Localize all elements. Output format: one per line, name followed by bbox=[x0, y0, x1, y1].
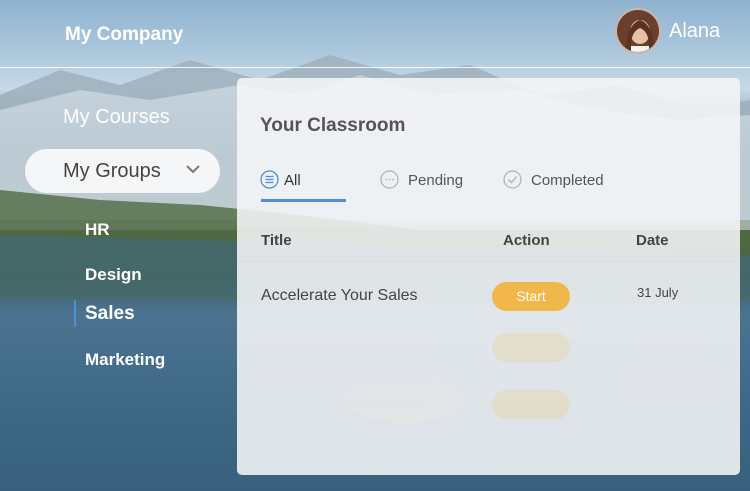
tab-pending[interactable]: Pending bbox=[380, 170, 470, 190]
chevron-down-icon[interactable] bbox=[186, 164, 200, 174]
tab-all-label: All bbox=[284, 172, 301, 189]
classroom-panel: Your Classroom All Pending Completed Tit… bbox=[237, 78, 740, 475]
user-avatar-icon[interactable] bbox=[615, 8, 661, 54]
table-divider bbox=[237, 261, 740, 262]
list-icon bbox=[260, 170, 279, 189]
active-tab-underline bbox=[261, 199, 346, 202]
nav-my-courses[interactable]: My Courses bbox=[63, 106, 170, 129]
group-item-design[interactable]: Design bbox=[85, 265, 142, 285]
group-item-marketing[interactable]: Marketing bbox=[85, 350, 165, 370]
page-title: Your Classroom bbox=[260, 115, 406, 136]
placeholder-line bbox=[637, 342, 707, 348]
group-item-hr[interactable]: HR bbox=[85, 220, 110, 240]
company-name[interactable]: My Company bbox=[65, 24, 183, 46]
group-item-sales[interactable]: Sales bbox=[85, 303, 135, 325]
tab-completed-label: Completed bbox=[531, 172, 604, 189]
column-header-date: Date bbox=[636, 232, 669, 249]
placeholder-line bbox=[261, 402, 431, 408]
placeholder-line bbox=[637, 398, 707, 404]
nav-my-groups-label: My Groups bbox=[63, 160, 161, 182]
tab-all[interactable]: All bbox=[260, 170, 330, 190]
tab-pending-label: Pending bbox=[408, 172, 464, 189]
nav-my-groups[interactable]: My Groups bbox=[25, 149, 220, 193]
course-date: 31 July bbox=[637, 285, 679, 300]
column-header-action: Action bbox=[503, 232, 550, 249]
top-bar: My Company Alana bbox=[0, 0, 750, 68]
check-circle-icon bbox=[503, 170, 522, 189]
placeholder-line bbox=[637, 370, 707, 376]
placeholder-line bbox=[261, 346, 431, 352]
user-name[interactable]: Alana bbox=[669, 20, 720, 43]
course-title[interactable]: Accelerate Your Sales bbox=[261, 287, 418, 305]
placeholder-line bbox=[261, 376, 431, 382]
placeholder-button bbox=[492, 333, 570, 362]
ellipsis-circle-icon bbox=[380, 170, 399, 189]
column-header-title: Title bbox=[261, 232, 292, 249]
start-button[interactable]: Start bbox=[492, 282, 570, 311]
active-group-indicator bbox=[74, 300, 76, 327]
tab-completed[interactable]: Completed bbox=[503, 170, 613, 190]
placeholder-button bbox=[492, 390, 570, 419]
